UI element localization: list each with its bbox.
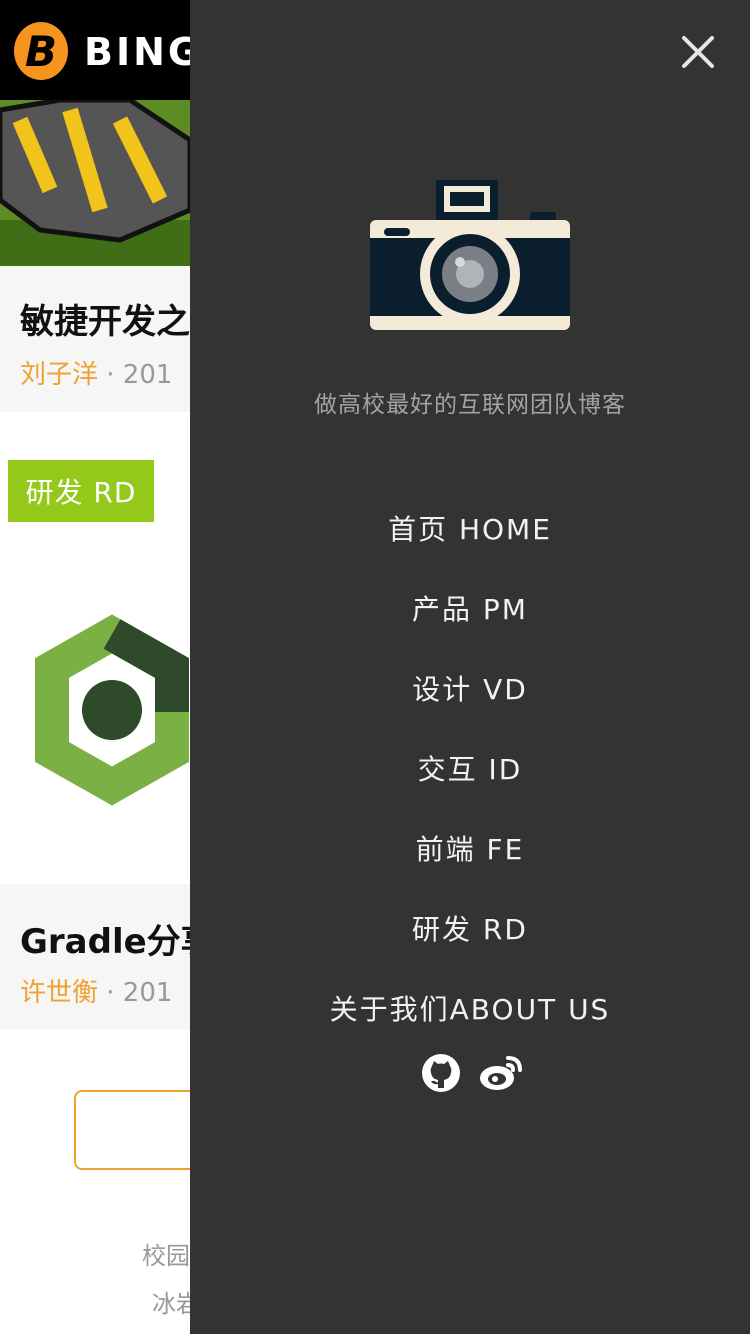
menu-item-id[interactable]: 交互 ID <box>190 728 750 808</box>
post-cover-image[interactable] <box>0 100 190 266</box>
blog-slogan: 做高校最好的互联网团队博客 <box>314 392 626 418</box>
menu-item-fe[interactable]: 前端 FE <box>190 808 750 888</box>
post-cover-image[interactable] <box>0 560 190 860</box>
nav-menu: 首页 HOME 产品 PM 设计 VD 交互 ID 前端 FE 研发 RD 关于… <box>190 488 750 1048</box>
logo-text[interactable]: BING <box>84 30 202 74</box>
close-icon[interactable] <box>676 30 720 74</box>
footer-text: 校园 <box>142 1242 190 1270</box>
weibo-icon[interactable] <box>478 1052 522 1094</box>
post-date: · 201 <box>106 978 173 1008</box>
menu-item-about[interactable]: 关于我们ABOUT US <box>190 968 750 1048</box>
post-title[interactable]: 敏捷开发之 <box>20 294 190 343</box>
nav-drawer: 做高校最好的互联网团队博客 首页 HOME 产品 PM 设计 VD 交互 ID … <box>190 0 750 1334</box>
post-card[interactable]: 敏捷开发之 刘子洋 · 201 <box>0 266 190 412</box>
github-icon[interactable] <box>420 1052 462 1094</box>
post-meta: 刘子洋 · 201 <box>20 354 172 391</box>
post-date: · 201 <box>106 360 173 390</box>
post-title[interactable]: Gradle分享 <box>20 914 190 963</box>
category-tag[interactable]: 研发 RD <box>8 460 154 522</box>
post-author[interactable]: 许世衡 <box>20 978 98 1008</box>
camera-icon <box>370 180 570 330</box>
post-card[interactable]: Gradle分享 许世衡 · 201 <box>0 884 190 1030</box>
menu-item-rd[interactable]: 研发 RD <box>190 888 750 968</box>
post-author[interactable]: 刘子洋 <box>20 360 98 390</box>
post-meta: 许世衡 · 201 <box>20 972 172 1009</box>
menu-item-vd[interactable]: 设计 VD <box>190 648 750 728</box>
menu-item-pm[interactable]: 产品 PM <box>190 568 750 648</box>
menu-item-home[interactable]: 首页 HOME <box>190 488 750 568</box>
logo-icon[interactable]: B <box>14 22 68 80</box>
social-links <box>190 1052 750 1094</box>
